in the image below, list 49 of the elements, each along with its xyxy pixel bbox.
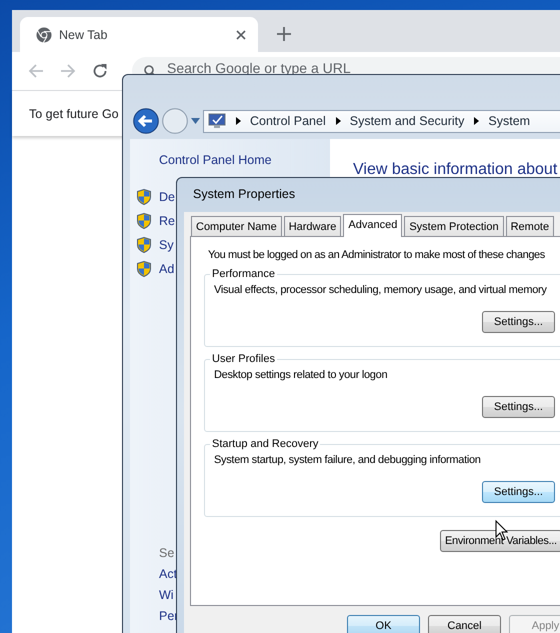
settings-button[interactable]: Settings... (482, 311, 555, 333)
settings-button[interactable]: Settings... (482, 396, 555, 418)
browser-tab[interactable]: New Tab (20, 17, 258, 52)
notice-text: You must be logged on as an Administrator to make most of these changes (208, 249, 545, 261)
reload-icon[interactable] (92, 63, 108, 79)
page-heading: View basic information about (353, 161, 558, 179)
breadcrumb-item[interactable]: System and Security (350, 114, 464, 128)
sidebar-link[interactable]: Wi (159, 588, 174, 602)
breadcrumb-arrow-icon[interactable] (336, 117, 341, 125)
sidebar-link[interactable]: Act (159, 567, 178, 581)
settings-button[interactable]: Settings... (482, 481, 555, 503)
group-title: Performance (211, 268, 276, 280)
back-button-icon[interactable] (133, 108, 159, 134)
group-description: Visual effects, processor scheduling, memory usage, and virtual memory (214, 284, 547, 296)
sidebar-link[interactable]: De (159, 190, 175, 204)
info-bar-message: To get future Go (29, 106, 119, 120)
group-description: Desktop settings related to your logon (214, 369, 388, 381)
breadcrumb-arrow-icon[interactable] (474, 117, 480, 125)
breadcrumb-arrow-icon[interactable] (236, 117, 241, 125)
tab[interactable]: Hardware (284, 216, 342, 236)
sidebar-link[interactable]: Ad (159, 262, 174, 276)
plus-icon[interactable] (277, 27, 291, 41)
shield-icon (137, 189, 151, 205)
computer-icon (208, 113, 226, 129)
breadcrumb-item[interactable]: Control Panel (250, 114, 326, 128)
address-bar[interactable]: Control Panel System and Security System (203, 110, 560, 132)
tab[interactable]: Computer Name (191, 216, 282, 236)
shield-icon (137, 237, 151, 253)
group-description: System startup, system failure, and debugging information (214, 454, 481, 466)
group-title: Startup and Recovery (211, 438, 320, 450)
sidebar-link[interactable]: Re (159, 214, 175, 228)
tab[interactable]: Remote (506, 216, 554, 236)
dropdown-arrow-icon[interactable] (191, 118, 200, 124)
sidebar-link[interactable]: Per (159, 609, 178, 623)
dialog-button[interactable]: OK (347, 615, 420, 633)
sidebar-link[interactable]: Sy (159, 238, 174, 252)
window-title: System Properties (192, 186, 296, 203)
group-title: User Profiles (211, 353, 276, 365)
tab[interactable]: Advanced (343, 214, 402, 237)
tab[interactable]: System Protection (404, 216, 504, 236)
shield-icon (137, 261, 151, 277)
breadcrumb-item[interactable]: System (488, 114, 530, 128)
environment-variables-button[interactable]: Environment Variables... (440, 530, 560, 552)
dialog-button[interactable]: Cancel (428, 615, 501, 633)
chrome-logo-icon (36, 26, 52, 42)
close-icon[interactable] (236, 30, 246, 40)
sidebar-link[interactable]: Control Panel Home (159, 153, 272, 169)
shield-icon (137, 213, 151, 229)
section-heading: Se (159, 546, 174, 560)
